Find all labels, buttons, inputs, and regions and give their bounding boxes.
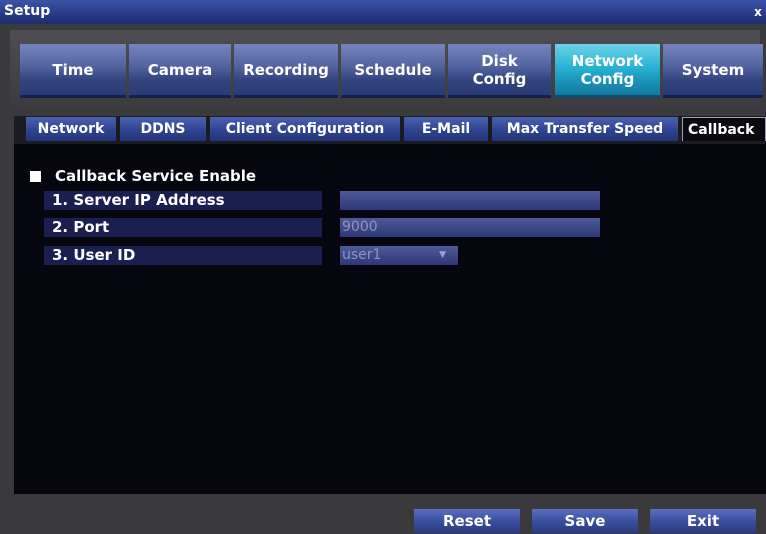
chevron-down-icon: ▼ — [439, 250, 446, 260]
tab-recording[interactable]: Recording — [234, 44, 338, 98]
close-icon[interactable]: x — [752, 4, 764, 20]
save-button[interactable]: Save — [532, 509, 638, 533]
callback-enable-checkbox[interactable] — [30, 170, 41, 182]
setup-window: Setup x Time Camera Recording Schedule D… — [0, 0, 766, 534]
subtab-email[interactable]: E-Mail — [404, 117, 488, 141]
port-input[interactable]: 9000 — [340, 218, 600, 237]
subtab-ddns[interactable]: DDNS — [120, 117, 206, 141]
callback-enable-label: Callback Service Enable — [55, 167, 257, 185]
port-label: 2. Port — [44, 218, 322, 237]
reset-button[interactable]: Reset — [414, 509, 520, 533]
callback-enable-row: Callback Service Enable — [30, 166, 256, 186]
user-id-value: user1 — [342, 247, 382, 263]
subtab-max-transfer-speed[interactable]: Max Transfer Speed — [492, 117, 678, 141]
title-bar: Setup x — [0, 0, 766, 24]
tab-time[interactable]: Time — [20, 44, 126, 98]
tab-schedule[interactable]: Schedule — [341, 44, 445, 98]
user-id-label: 3. User ID — [44, 246, 322, 265]
tab-network-config[interactable]: Network Config — [555, 44, 660, 98]
tab-disk-config[interactable]: Disk Config — [448, 44, 551, 98]
subtab-callback[interactable]: Callback — [682, 117, 766, 141]
subtab-network[interactable]: Network — [26, 117, 116, 141]
tab-camera[interactable]: Camera — [129, 44, 231, 98]
window-title: Setup — [4, 3, 51, 19]
subtab-client-configuration[interactable]: Client Configuration — [210, 117, 400, 141]
exit-button[interactable]: Exit — [650, 509, 756, 533]
server-ip-label: 1. Server IP Address — [44, 191, 322, 210]
tab-system[interactable]: System — [663, 44, 763, 98]
user-id-select[interactable]: user1 ▼ — [340, 246, 458, 265]
server-ip-input[interactable] — [340, 191, 600, 210]
